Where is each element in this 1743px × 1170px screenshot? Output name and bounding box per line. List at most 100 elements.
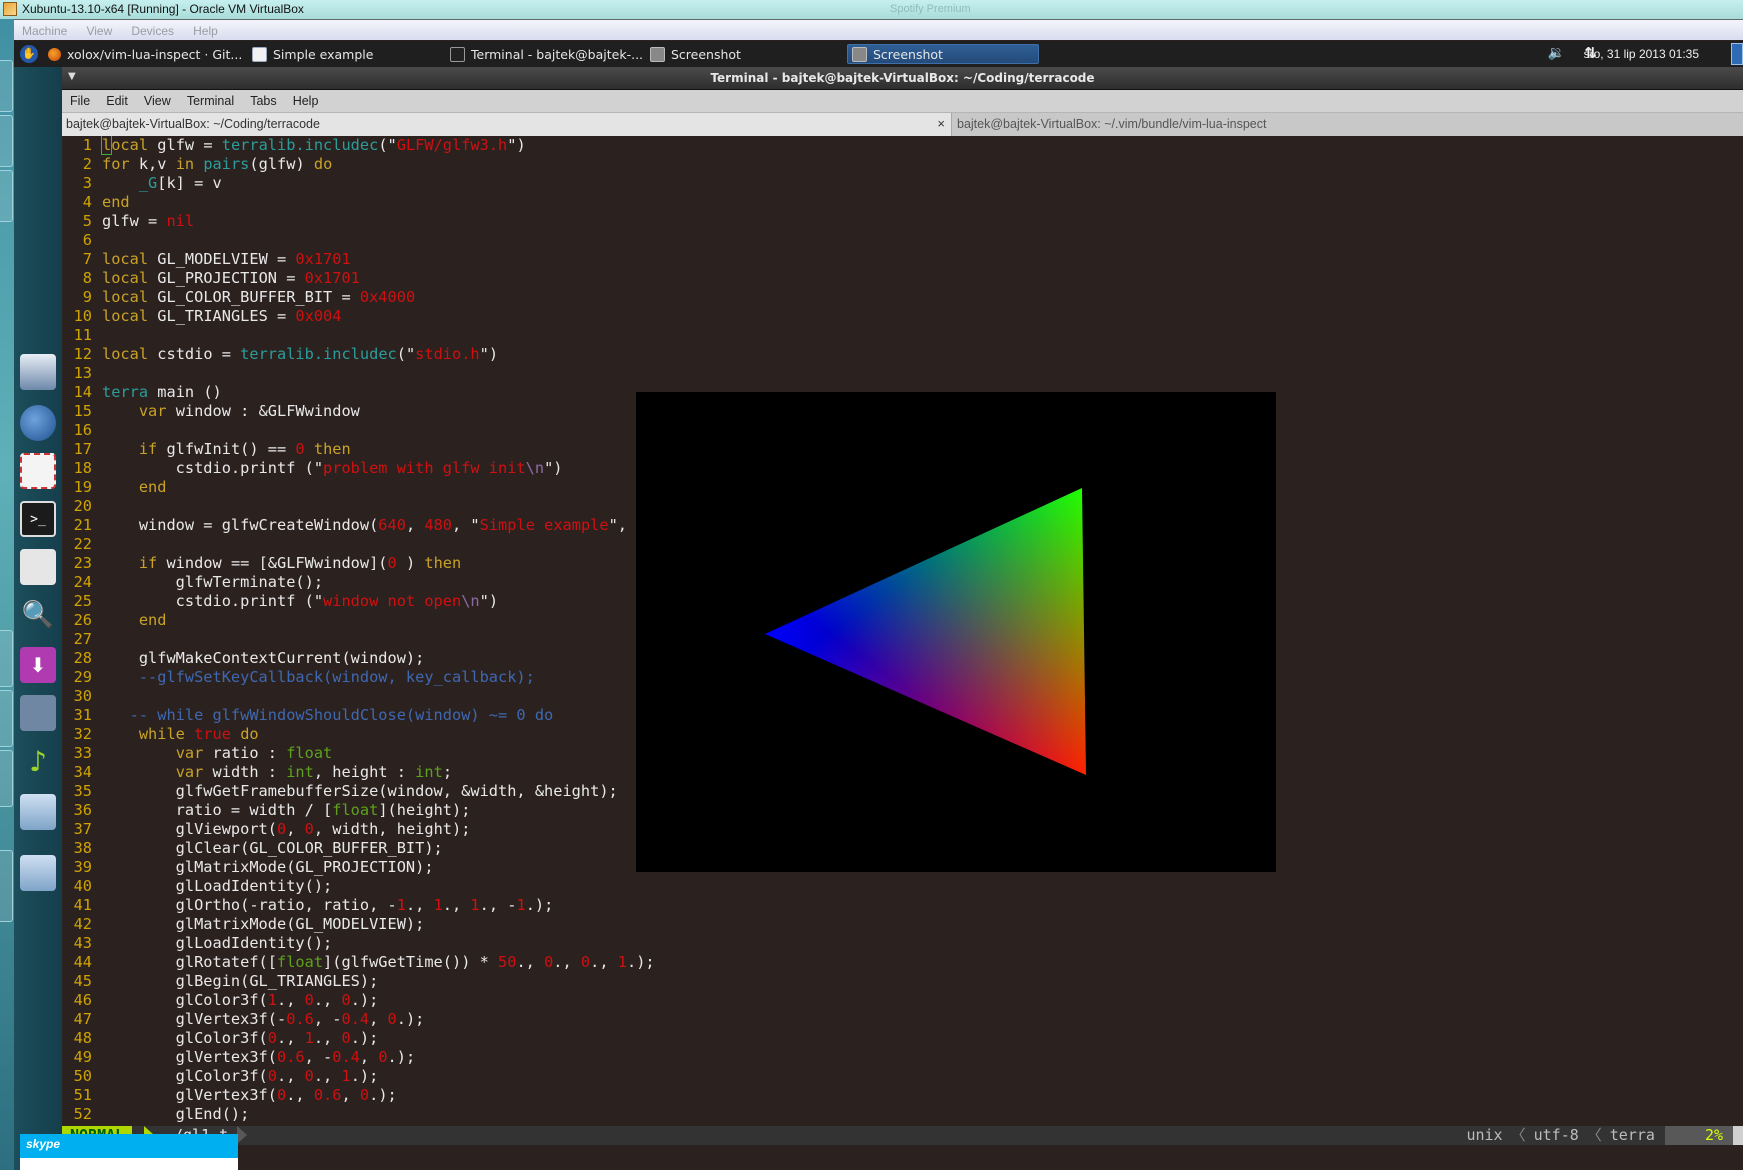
code-token: problem with glfw init bbox=[323, 459, 526, 477]
code-token: glColor3f( bbox=[102, 991, 268, 1009]
code-token: _G bbox=[138, 174, 158, 192]
menu-help[interactable]: Help bbox=[293, 94, 319, 108]
close-tab-icon[interactable]: × bbox=[937, 116, 945, 131]
code-token: .); bbox=[387, 1048, 416, 1066]
terminal-titlebar[interactable]: ▼ Terminal - bajtek@bajtek-VirtualBox: ~… bbox=[62, 67, 1743, 90]
code-token: float bbox=[332, 801, 379, 819]
web-browser-icon[interactable] bbox=[20, 405, 56, 441]
triangle-blue-vertex bbox=[765, 488, 1086, 775]
code-token: 0 bbox=[276, 820, 287, 838]
code-token: glVertex3f(- bbox=[102, 1010, 287, 1028]
code-token: ., bbox=[277, 1029, 296, 1047]
line-number: 2 bbox=[82, 155, 92, 173]
code-token: .); bbox=[396, 1010, 425, 1028]
host-taskbar-button[interactable] bbox=[0, 630, 13, 687]
menu-machine[interactable]: Machine bbox=[22, 24, 67, 38]
tab-vim-lua-inspect[interactable]: bajtek@bajtek-VirtualBox: ~/.vim/bundle/… bbox=[953, 113, 1743, 136]
search-icon[interactable]: 🔍 bbox=[20, 597, 56, 633]
line-number: 33 bbox=[73, 744, 92, 762]
code-line: 29 --glfwSetKeyCallback(window, key_call… bbox=[62, 668, 535, 687]
xfce-panel: ✋ xolox/vim-lua-inspect · Git... Simple … bbox=[14, 41, 1743, 68]
code-token: terralib.includec bbox=[221, 136, 379, 154]
code-token: 1 bbox=[461, 896, 480, 914]
code-token: 0 bbox=[295, 991, 314, 1009]
line-number: 32 bbox=[73, 725, 92, 743]
code-token: ratio : bbox=[203, 744, 287, 762]
text-editor-icon[interactable] bbox=[20, 695, 56, 731]
line-number: 38 bbox=[73, 839, 92, 857]
folder-icon[interactable] bbox=[20, 855, 56, 891]
code-token: 0.4 bbox=[341, 1010, 370, 1028]
file-search-icon[interactable] bbox=[20, 794, 56, 830]
task-simple-example[interactable]: Simple example bbox=[252, 44, 442, 64]
code-token: local bbox=[102, 288, 149, 306]
code-token: 0 bbox=[571, 953, 591, 971]
line-number: 24 bbox=[73, 573, 92, 591]
task-screenshot[interactable]: Screenshot bbox=[650, 44, 840, 64]
menu-view[interactable]: View bbox=[86, 24, 112, 38]
code-token: 0x004 bbox=[295, 307, 342, 325]
code-token: var bbox=[175, 744, 204, 762]
code-token: ., bbox=[277, 1067, 296, 1085]
code-token: .); bbox=[525, 896, 554, 914]
clock[interactable]: śro, 31 lip 2013 01:35 bbox=[1584, 47, 1699, 61]
line-number: 52 bbox=[73, 1105, 92, 1123]
host-taskbar-button[interactable] bbox=[0, 60, 13, 112]
task-firefox[interactable]: xolox/vim-lua-inspect · Git... bbox=[48, 44, 253, 64]
music-icon[interactable]: ♪ bbox=[20, 743, 56, 779]
code-token: end bbox=[138, 611, 167, 629]
code-token: 0x1701 bbox=[304, 269, 360, 287]
menu-help[interactable]: Help bbox=[193, 24, 218, 38]
task-terminal[interactable]: Terminal - bajtek@bajtek-... bbox=[450, 44, 655, 64]
host-taskbar-button[interactable] bbox=[0, 170, 13, 222]
skype-notification[interactable]: skype bbox=[20, 1134, 238, 1170]
host-taskbar-button[interactable] bbox=[0, 850, 13, 922]
mail-icon[interactable] bbox=[20, 453, 56, 489]
code-token: glfwInit() == bbox=[157, 440, 296, 458]
code-line: 49 glVertex3f(0.6, -0.4, 0.); bbox=[62, 1048, 416, 1067]
code-line: 34 var width : int, height : int; bbox=[62, 763, 452, 782]
line-number: 7 bbox=[82, 250, 92, 268]
xfce-menu-icon[interactable]: ✋ bbox=[20, 45, 38, 63]
code-line: 20 bbox=[62, 497, 102, 516]
terminal-icon[interactable]: >_ bbox=[20, 501, 56, 537]
host-taskbar-button[interactable] bbox=[0, 690, 13, 747]
code-token: local bbox=[102, 250, 149, 268]
code-line: 17 if glfwInit() == 0 then bbox=[62, 440, 351, 459]
vim-command-line[interactable] bbox=[62, 1145, 1743, 1170]
code-token: glfwTerminate(); bbox=[102, 573, 324, 591]
menu-tabs[interactable]: Tabs bbox=[250, 94, 276, 108]
menu-edit[interactable]: Edit bbox=[106, 94, 128, 108]
code-line: 12 local cstdio = terralib.includec("stdi… bbox=[62, 345, 498, 364]
line-number: 20 bbox=[73, 497, 92, 515]
show-desktop-button[interactable] bbox=[1731, 43, 1743, 65]
line-number: 37 bbox=[73, 820, 92, 838]
desktop-icon[interactable] bbox=[20, 354, 56, 390]
menu-devices[interactable]: Devices bbox=[131, 24, 174, 38]
code-token: k,v bbox=[129, 155, 176, 173]
code-token: GLFW/glfw3.h bbox=[396, 136, 508, 154]
code-token: .); bbox=[626, 953, 655, 971]
code-line: 19 end bbox=[62, 478, 167, 497]
code-token: glfwGetFramebufferSize(window, &width, &… bbox=[102, 782, 618, 800]
code-token: end bbox=[102, 193, 130, 211]
code-token: terra bbox=[102, 383, 149, 401]
code-line: 32 while true do bbox=[62, 725, 259, 744]
tab-terracode[interactable]: bajtek@bajtek-VirtualBox: ~/Coding/terra… bbox=[62, 113, 952, 136]
download-icon[interactable]: ⬇ bbox=[20, 647, 56, 683]
code-token: glMatrixMode(GL_MODELVIEW); bbox=[102, 915, 425, 933]
gl-window-simple-example[interactable] bbox=[636, 392, 1276, 872]
volume-icon[interactable]: 🔉 bbox=[1548, 45, 1565, 61]
host-taskbar-button[interactable] bbox=[0, 115, 13, 167]
host-taskbar-button[interactable] bbox=[0, 750, 13, 807]
task-screenshot-active[interactable]: Screenshot bbox=[847, 44, 1039, 64]
settings-icon[interactable] bbox=[20, 549, 56, 585]
menu-view[interactable]: View bbox=[144, 94, 171, 108]
code-line: 28 glfwMakeContextCurrent(window); bbox=[62, 649, 425, 668]
menu-file[interactable]: File bbox=[70, 94, 90, 108]
code-line: 30 bbox=[62, 687, 102, 706]
menu-terminal[interactable]: Terminal bbox=[187, 94, 234, 108]
